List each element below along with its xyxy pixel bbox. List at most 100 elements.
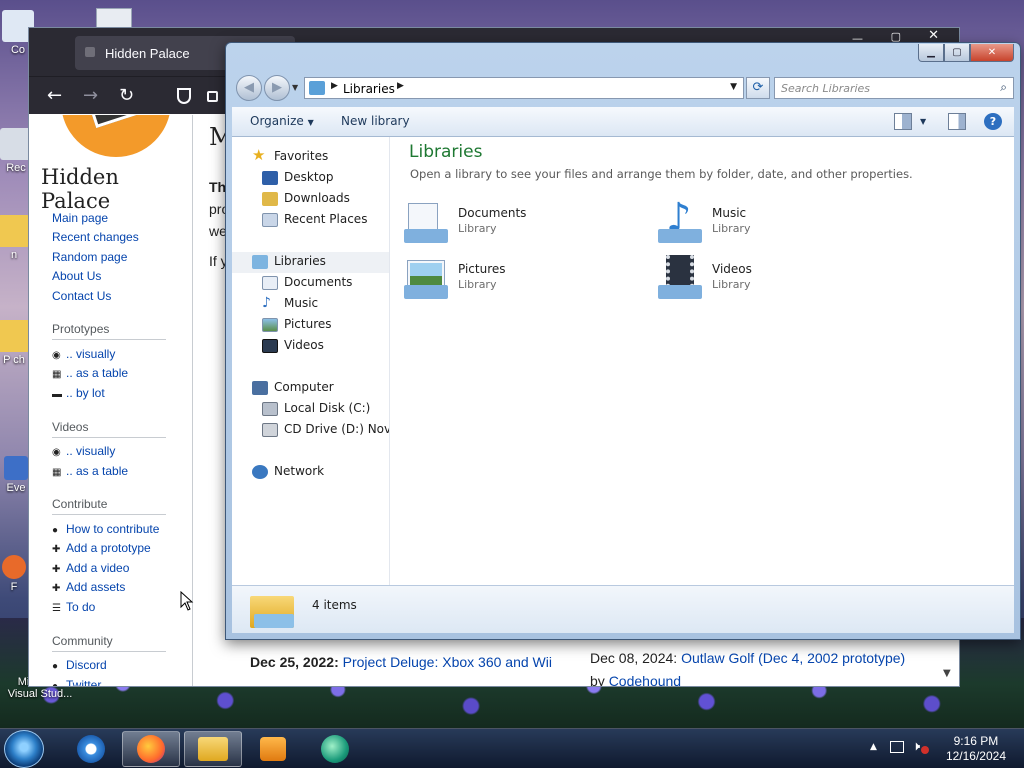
nav-libraries[interactable]: Libraries xyxy=(232,252,389,273)
breadcrumb-chevron-icon[interactable]: ▶ xyxy=(331,81,338,91)
nav-computer[interactable]: Computer xyxy=(232,378,389,399)
nav-cd-drive[interactable]: CD Drive (D:) Novide xyxy=(232,420,389,441)
new-library-button[interactable]: New library xyxy=(341,114,410,128)
nav-music[interactable]: ♪ Music xyxy=(232,294,389,315)
news-link[interactable]: Project Deluge: Xbox 360 and Wii xyxy=(343,654,552,670)
lock-icon[interactable] xyxy=(207,91,218,102)
desktop: { "desktop": { "icons": [ {"label": "Co"… xyxy=(0,0,1024,768)
nav-videos[interactable]: Videos xyxy=(232,336,389,357)
taskbar-media-player[interactable] xyxy=(244,731,302,767)
view-options-chevron-icon[interactable]: ▼ xyxy=(920,117,926,126)
hard-drive-icon xyxy=(262,402,278,416)
refresh-button[interactable]: ⟳ xyxy=(746,77,770,99)
nav-network[interactable]: Network xyxy=(232,462,389,483)
link-contact-us[interactable]: Contact Us xyxy=(52,289,111,303)
link-how-to-contribute[interactable]: ● How to contribute xyxy=(52,522,159,536)
recent-pages-icon[interactable]: ▼ xyxy=(292,83,298,92)
back-icon[interactable]: ← xyxy=(47,85,62,106)
library-documents[interactable]: Documents Library xyxy=(404,199,644,249)
link-to-do[interactable]: ☰ To do xyxy=(52,600,95,614)
folder-icon xyxy=(0,215,30,247)
breadcrumb-libraries[interactable]: Libraries xyxy=(343,82,395,96)
link-discord[interactable]: ● Discord xyxy=(52,658,107,672)
preview-pane-icon[interactable] xyxy=(948,113,966,130)
minimize-button[interactable]: ▁ xyxy=(918,44,944,62)
link-prototypes-table[interactable]: ▦ .. as a table xyxy=(52,366,128,380)
news-date: Dec 25, 2022: xyxy=(250,654,339,670)
link-videos-table[interactable]: ▦ .. as a table xyxy=(52,464,128,478)
explorer-window[interactable]: ▁ ▢ ✕ ◀ ▶ ▼ ▶ Libraries ▶ ▼ ⟳ ⌕ Organize… xyxy=(225,42,1021,640)
link-about-us[interactable]: About Us xyxy=(52,269,101,283)
link-prototypes-lot[interactable]: ▬ .. by lot xyxy=(52,386,105,400)
action-center-icon[interactable] xyxy=(890,741,904,753)
nav-recent-places[interactable]: Recent Places xyxy=(232,210,389,231)
link-prototypes-visually[interactable]: ◉ .. visually xyxy=(52,347,115,361)
videos-library-icon xyxy=(658,255,704,301)
libraries-folder-icon xyxy=(309,81,325,95)
search-input[interactable] xyxy=(775,78,985,98)
browser-close-button[interactable]: ✕ xyxy=(928,28,939,43)
back-button[interactable]: ◀ xyxy=(236,75,262,101)
library-music[interactable]: ♪ Music Library xyxy=(658,195,898,249)
nav-label: Network xyxy=(274,464,325,478)
link-add-assets[interactable]: ✚ Add assets xyxy=(52,580,125,594)
nav-desktop[interactable]: Desktop xyxy=(232,168,389,189)
news-author-link[interactable]: Codehound xyxy=(609,673,681,686)
news-byline: by Codehound xyxy=(590,673,681,686)
reload-icon[interactable]: ↻ xyxy=(119,85,134,106)
news-link[interactable]: Outlaw Golf (Dec 4, 2002 prototype) xyxy=(681,650,905,666)
desktop-icon-label: Eve xyxy=(6,482,26,494)
start-button[interactable] xyxy=(4,730,44,768)
organize-button[interactable]: Organize ▼ xyxy=(250,114,314,128)
taskbar-windows-explorer[interactable] xyxy=(184,731,242,767)
change-view-icon[interactable] xyxy=(894,113,912,130)
cd-drive-icon xyxy=(262,423,278,437)
table-icon: ▦ xyxy=(52,467,62,478)
music-icon: ♪ xyxy=(262,295,271,311)
scroll-down-icon[interactable]: ▼ xyxy=(943,668,951,679)
address-bar[interactable]: ▶ Libraries ▶ ▼ xyxy=(304,77,744,99)
link-recent-changes[interactable]: Recent changes xyxy=(52,230,139,244)
breadcrumb-chevron-icon[interactable]: ▶ xyxy=(397,81,404,91)
library-type: Library xyxy=(458,222,497,235)
link-random-page[interactable]: Random page xyxy=(52,250,127,264)
maximize-button[interactable]: ▢ xyxy=(944,44,970,62)
nav-favorites[interactable]: ★ Favorites xyxy=(232,146,389,168)
show-hidden-icons-icon[interactable]: ▲ xyxy=(870,742,877,752)
forward-button[interactable]: ▶ xyxy=(264,75,290,101)
volume-muted-icon[interactable]: 🕨 xyxy=(912,739,920,754)
clock-time: 9:16 PM xyxy=(953,734,999,748)
nav-pictures[interactable]: Pictures xyxy=(232,315,389,336)
taskbar-app[interactable] xyxy=(306,731,364,767)
nav-documents[interactable]: Documents xyxy=(232,273,389,294)
taskbar-internet-explorer[interactable] xyxy=(62,731,120,767)
news-by: by xyxy=(590,673,605,686)
taskbar: ▲ 🕨 9:16 PM 12/16/2024 xyxy=(0,728,1024,768)
help-icon[interactable]: ? xyxy=(984,113,1002,130)
link-add-prototype[interactable]: ✚ Add a prototype xyxy=(52,541,151,555)
nav-label: Favorites xyxy=(274,149,329,163)
nav-label: Documents xyxy=(284,275,353,289)
library-pictures[interactable]: Pictures Library xyxy=(404,255,644,305)
link-label: .. as a table xyxy=(66,464,129,478)
nav-downloads[interactable]: Downloads xyxy=(232,189,389,210)
link-add-video[interactable]: ✚ Add a video xyxy=(52,561,129,575)
shield-icon[interactable] xyxy=(177,88,191,104)
clock[interactable]: 9:16 PM 12/16/2024 xyxy=(946,734,1006,764)
list-icon: ☰ xyxy=(52,603,61,614)
library-videos[interactable]: Videos Library xyxy=(658,255,898,305)
close-button[interactable]: ✕ xyxy=(970,44,1014,62)
link-videos-visually[interactable]: ◉ .. visually xyxy=(52,444,115,458)
nav-local-disk[interactable]: Local Disk (C:) xyxy=(232,399,389,420)
search-box[interactable]: ⌕ xyxy=(774,77,1014,99)
site-logo[interactable] xyxy=(61,115,171,157)
taskbar-firefox[interactable] xyxy=(122,731,180,767)
libraries-icon xyxy=(252,255,268,269)
folder-icon xyxy=(0,320,30,352)
address-dropdown-icon[interactable]: ▼ xyxy=(730,82,737,92)
network-icon xyxy=(252,465,268,479)
link-main-page[interactable]: Main page xyxy=(52,211,108,225)
link-twitter[interactable]: ●Twitter xyxy=(52,678,101,686)
search-icon[interactable]: ⌕ xyxy=(1000,80,1007,95)
forward-icon[interactable]: → xyxy=(83,85,98,106)
